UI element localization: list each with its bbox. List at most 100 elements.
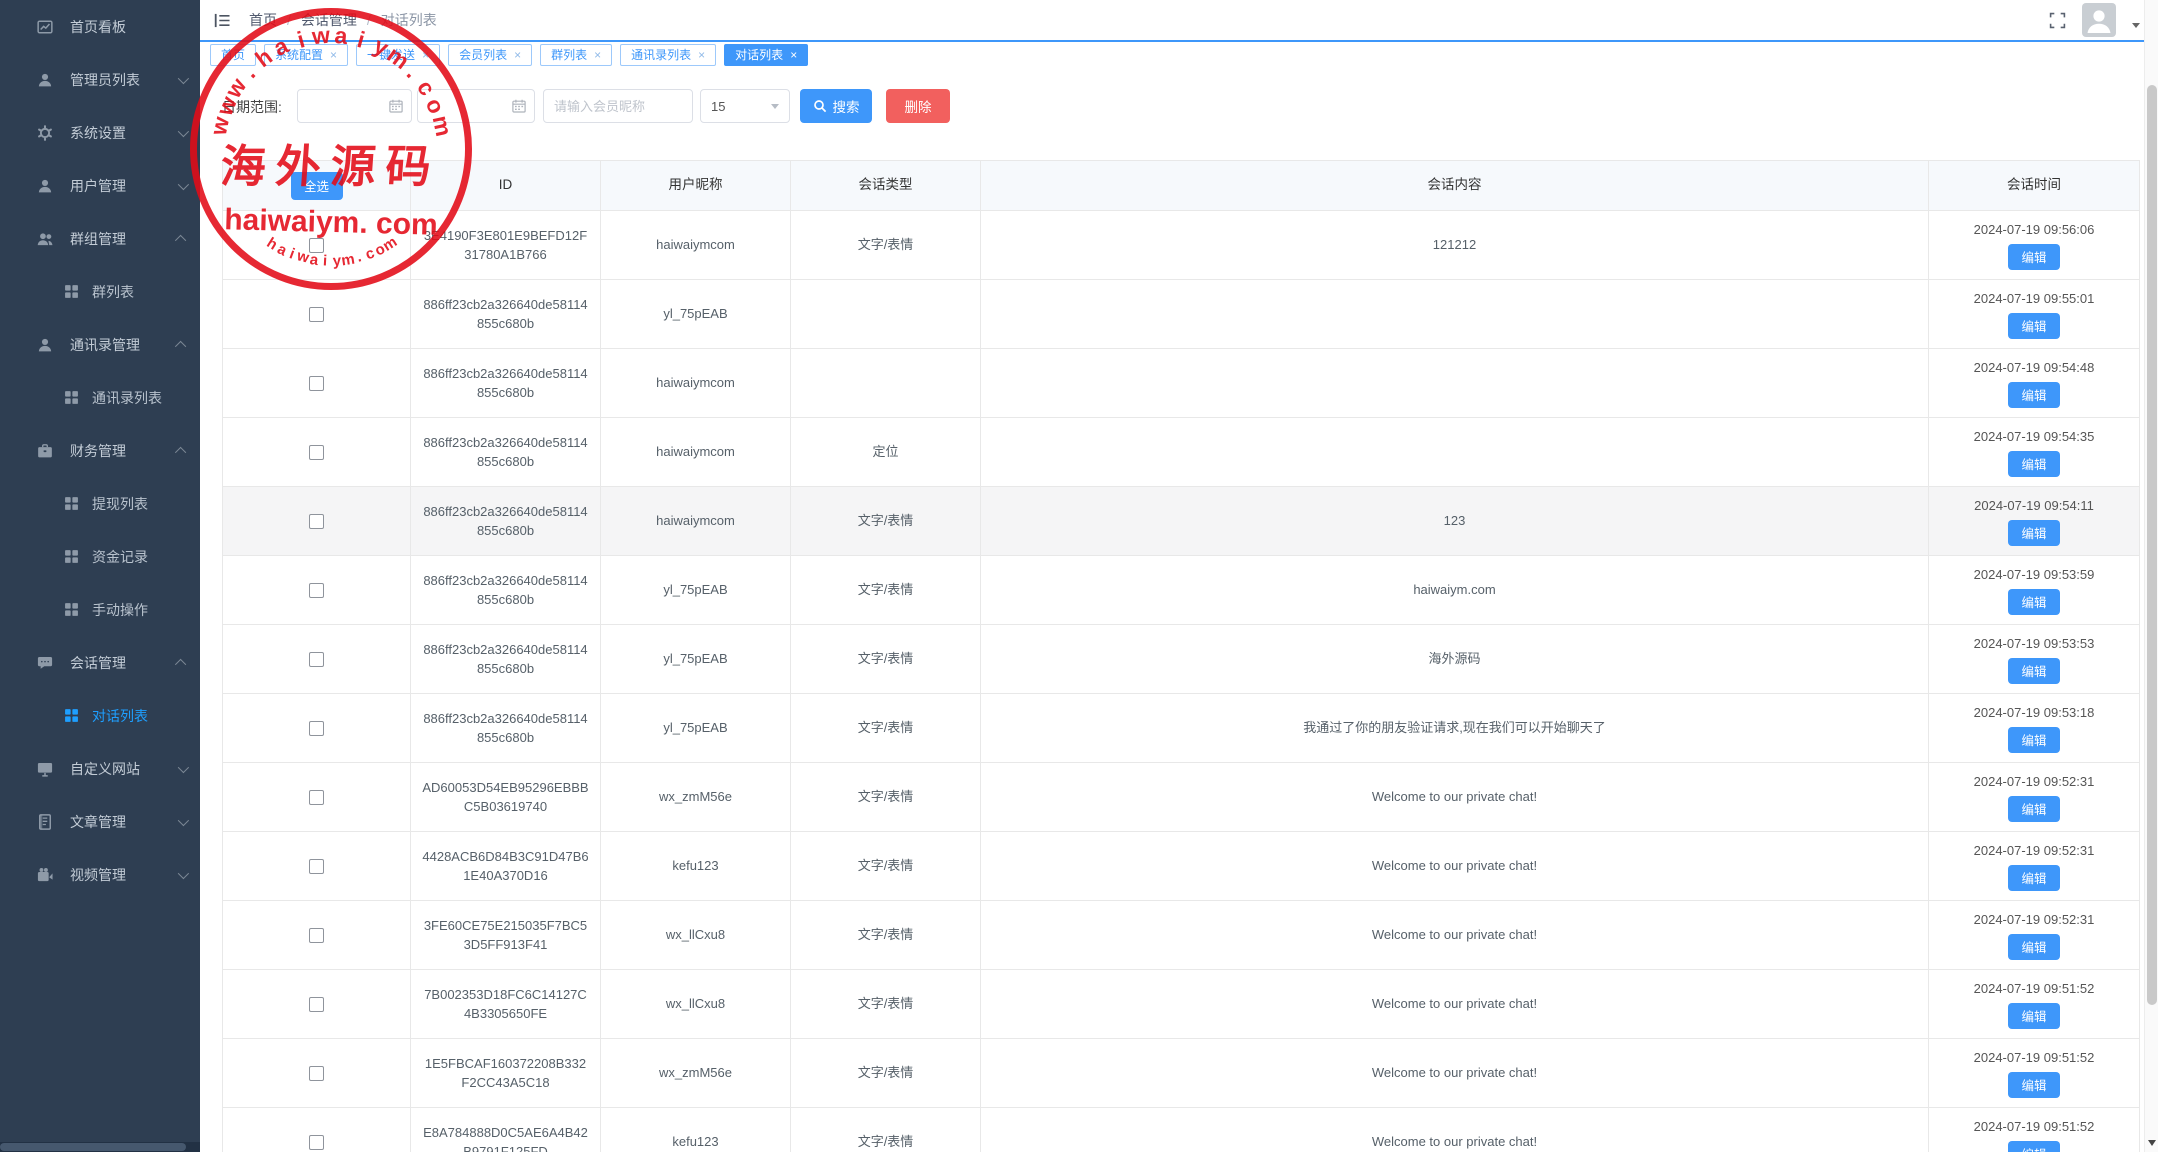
cell-nickname: yl_75pEAB (601, 694, 791, 762)
tab-close-icon[interactable]: × (330, 49, 337, 61)
tab-system-config[interactable]: 系统配置× (264, 44, 348, 66)
sidebar-item-group-management[interactable]: 群组管理 (0, 212, 200, 265)
breadcrumb-session[interactable]: 会话管理 (301, 10, 357, 30)
tab-label: 对话列表 (735, 46, 783, 63)
edit-button[interactable]: 编辑 (2008, 658, 2060, 684)
tab-close-icon[interactable]: × (594, 49, 601, 61)
edit-button[interactable]: 编辑 (2008, 865, 2060, 891)
tab-contacts-list[interactable]: 通讯录列表× (620, 44, 716, 66)
page-size-select[interactable]: 15 (700, 89, 790, 123)
row-checkbox[interactable] (309, 238, 324, 253)
cell-time: 2024-07-19 09:52:31编辑 (1929, 901, 2139, 969)
sidebar-item-session-management[interactable]: 会话管理 (0, 636, 200, 689)
topbar: 首页 / 会话管理 / 对话列表 (200, 0, 2158, 40)
sidebar-item-dashboard[interactable]: 首页看板 (0, 0, 200, 53)
page-scrollbar[interactable] (2144, 0, 2158, 1152)
table-row: 886ff23cb2a326640de58114855c680byl_75pEA… (223, 625, 2139, 694)
page-size-value: 15 (711, 99, 725, 114)
user-menu-caret-icon[interactable] (2132, 23, 2140, 28)
cell-id: 886ff23cb2a326640de58114855c680b (411, 349, 601, 417)
menu-collapse-icon[interactable] (214, 13, 231, 28)
row-checkbox[interactable] (309, 514, 324, 529)
table-row: 3E4190F3E801E9BEFD12F31780A1B766haiwaiym… (223, 211, 2139, 280)
edit-button[interactable]: 编辑 (2008, 244, 2060, 270)
tab-member-list[interactable]: 会员列表× (448, 44, 532, 66)
page-scrollbar-thumb[interactable] (2147, 85, 2157, 1005)
cell-type (791, 280, 981, 348)
tab-bar: 首页系统配置× 一键发送× 会员列表× 群列表× 通讯录列表× 对话列表 × (200, 40, 2158, 67)
scrollbar-down-arrow-icon[interactable] (2148, 1140, 2156, 1146)
fullscreen-icon[interactable] (2049, 12, 2066, 29)
sidebar-item-admin-list[interactable]: 管理员列表 (0, 53, 200, 106)
row-checkbox[interactable] (309, 583, 324, 598)
tab-home[interactable]: 首页 (210, 44, 256, 66)
sidebar-item-withdraw-list[interactable]: 提现列表 (0, 477, 200, 530)
row-checkbox[interactable] (309, 376, 324, 391)
select-all-button[interactable]: 全选 (291, 172, 343, 200)
cell-nickname: haiwaiymcom (601, 211, 791, 279)
row-checkbox[interactable] (309, 721, 324, 736)
sidebar-item-user-management[interactable]: 用户管理 (0, 159, 200, 212)
sidebar-item-dialog-list[interactable]: 对话列表 (0, 689, 200, 742)
delete-button[interactable]: 删除 (886, 89, 950, 123)
cell-checkbox (223, 556, 411, 624)
sidebar-item-finance-management[interactable]: 财务管理 (0, 424, 200, 477)
edit-button[interactable]: 编辑 (2008, 796, 2060, 822)
row-checkbox[interactable] (309, 859, 324, 874)
date-end-input[interactable] (417, 89, 535, 123)
sidebar-item-system-settings[interactable]: 系统设置 (0, 106, 200, 159)
date-start-input[interactable] (297, 89, 412, 123)
chevron-up-icon (175, 234, 186, 245)
edit-button[interactable]: 编辑 (2008, 382, 2060, 408)
sidebar-item-contacts-list[interactable]: 通讯录列表 (0, 371, 200, 424)
row-checkbox[interactable] (309, 1066, 324, 1081)
row-checkbox[interactable] (309, 928, 324, 943)
tab-group-list[interactable]: 群列表× (540, 44, 612, 66)
sidebar-item-article-management[interactable]: 文章管理 (0, 795, 200, 848)
edit-button[interactable]: 编辑 (2008, 520, 2060, 546)
sidebar-item-contacts-management[interactable]: 通讯录管理 (0, 318, 200, 371)
edit-button[interactable]: 编辑 (2008, 1141, 2060, 1152)
search-button[interactable]: 搜索 (800, 89, 872, 123)
row-checkbox[interactable] (309, 997, 324, 1012)
header-nickname: 用户昵称 (601, 161, 791, 210)
cell-id: 886ff23cb2a326640de58114855c680b (411, 556, 601, 624)
sidebar-item-manual-operation[interactable]: 手动操作 (0, 583, 200, 636)
breadcrumb-home[interactable]: 首页 (249, 10, 277, 30)
nickname-search-input[interactable] (543, 89, 693, 123)
delete-button-label: 删除 (905, 96, 932, 116)
edit-button[interactable]: 编辑 (2008, 1003, 2060, 1029)
cell-time: 2024-07-19 09:55:01编辑 (1929, 280, 2139, 348)
cell-time: 2024-07-19 09:53:53 编辑 (1929, 625, 2139, 693)
edit-button[interactable]: 编辑 (2008, 1072, 2060, 1098)
sidebar-scrollbar-thumb[interactable] (0, 1143, 186, 1151)
sidebar-item-video-management[interactable]: 视频管理 (0, 848, 200, 901)
avatar[interactable] (2082, 3, 2116, 37)
tab-dialog-list[interactable]: 对话列表 × (724, 44, 808, 66)
tab-close-icon[interactable]: × (422, 49, 429, 61)
chevron-down-icon (178, 72, 189, 83)
tab-one-key-send[interactable]: 一键发送× (356, 44, 440, 66)
row-checkbox[interactable] (309, 307, 324, 322)
sidebar-scrollbar[interactable] (0, 1142, 200, 1152)
edit-button[interactable]: 编辑 (2008, 727, 2060, 753)
cell-nickname: wx_llCxu8 (601, 901, 791, 969)
sidebar-item-custom-website[interactable]: 自定义网站 (0, 742, 200, 795)
timestamp: 2024-07-19 09:53:18 (1974, 703, 2095, 723)
tab-close-icon[interactable]: × (514, 49, 521, 61)
tab-close-icon[interactable]: × (698, 49, 705, 61)
sidebar-item-funds-record[interactable]: 资金记录 (0, 530, 200, 583)
row-checkbox[interactable] (309, 790, 324, 805)
sidebar-item-group-list[interactable]: 群列表 (0, 265, 200, 318)
edit-button[interactable]: 编辑 (2008, 934, 2060, 960)
row-checkbox[interactable] (309, 445, 324, 460)
tab-close-icon[interactable]: × (790, 49, 797, 61)
edit-button[interactable]: 编辑 (2008, 451, 2060, 477)
edit-button[interactable]: 编辑 (2008, 589, 2060, 615)
timestamp: 2024-07-19 09:53:53 (1974, 634, 2095, 654)
cell-time: 2024-07-19 09:53:18 编辑 (1929, 694, 2139, 762)
row-checkbox[interactable] (309, 1135, 324, 1150)
edit-button[interactable]: 编辑 (2008, 313, 2060, 339)
cell-content: Welcome to our private chat! (981, 1108, 1929, 1152)
row-checkbox[interactable] (309, 652, 324, 667)
